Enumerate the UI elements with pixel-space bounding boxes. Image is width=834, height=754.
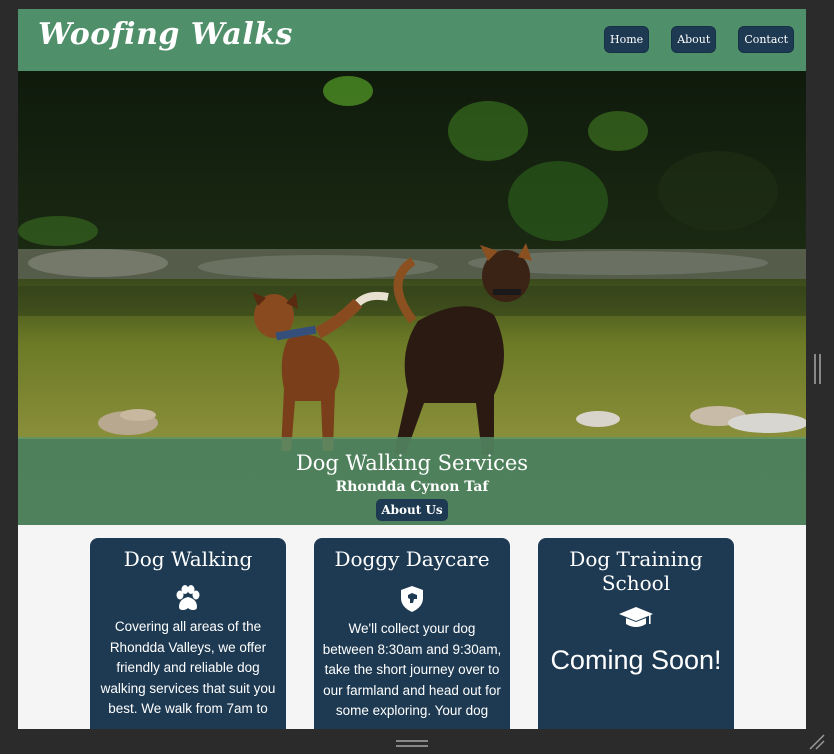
- hero-caption-band: Dog Walking Services Rhondda Cynon Taf A…: [18, 437, 806, 525]
- service-card-doggy-daycare: Doggy Daycare We'll collect your dog bet…: [314, 538, 510, 729]
- card-title: Doggy Daycare: [334, 547, 490, 571]
- dog-shield-icon: [401, 586, 423, 612]
- coming-soon-text: Coming Soon!: [550, 645, 722, 675]
- service-card-dog-training: Dog Training School Coming Soon!: [538, 538, 734, 729]
- card-title: Dog Walking: [123, 547, 253, 571]
- card-text: Covering all areas of the Rhondda Valley…: [100, 619, 276, 716]
- corner-resize-icon[interactable]: [808, 733, 826, 751]
- paw-icon: [176, 585, 200, 610]
- nav-home-button[interactable]: Home: [604, 26, 650, 53]
- card-title: Dog Training School: [569, 547, 703, 595]
- about-us-button[interactable]: About Us: [376, 499, 448, 521]
- site-logo[interactable]: Woofing Walks: [38, 17, 293, 52]
- horizontal-resize-handle[interactable]: [396, 740, 428, 747]
- nav-about-button[interactable]: About: [671, 26, 717, 53]
- site-header: Woofing Walks Home About Contact: [18, 9, 806, 71]
- browser-viewport: Woofing Walks Home About Contact Dog Wal…: [18, 9, 806, 729]
- service-card-dog-walking: Dog Walking Covering all areas of the Rh…: [90, 538, 286, 729]
- card-text: We'll collect your dog between 8:30am an…: [322, 621, 502, 718]
- hero-subtitle: Rhondda Cynon Taf: [335, 479, 489, 495]
- nav-contact-button[interactable]: Contact: [738, 26, 794, 53]
- hero-title: Dog Walking Services: [295, 451, 529, 475]
- vertical-resize-handle[interactable]: [814, 354, 821, 384]
- main-nav: Home About Contact: [604, 26, 794, 53]
- graduation-cap-icon: [619, 607, 653, 627]
- hero-section: Dog Walking Services Rhondda Cynon Taf A…: [18, 71, 806, 525]
